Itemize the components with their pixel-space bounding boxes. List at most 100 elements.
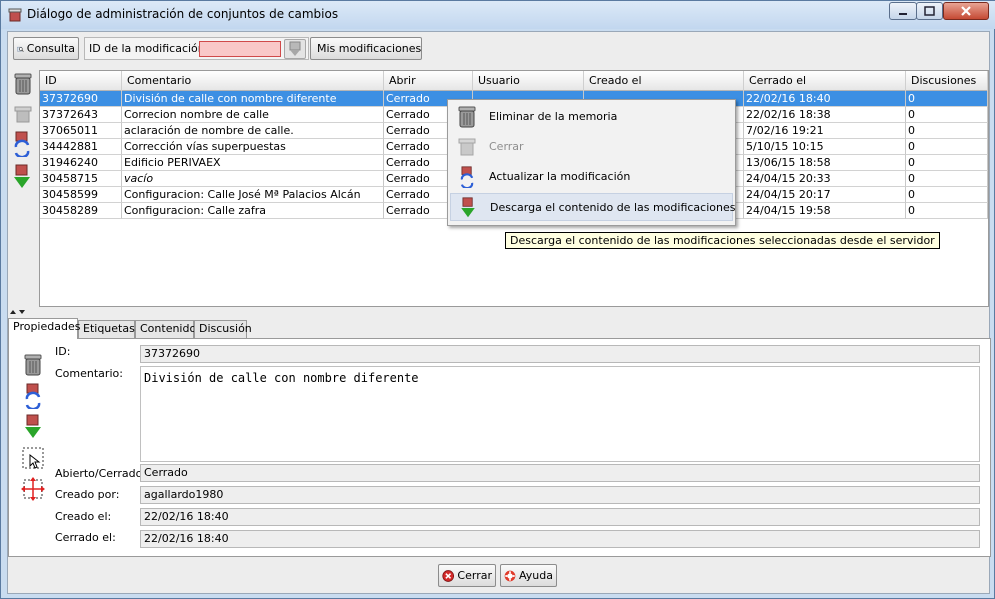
download-icon xyxy=(289,41,301,56)
close-icon xyxy=(961,6,971,16)
cell-comentario: División de calle con nombre diferente xyxy=(122,91,384,107)
cerrar-label: Cerrar xyxy=(457,569,492,582)
consulta-label: Consulta xyxy=(26,42,75,55)
prop-closed-field[interactable]: 22/02/16 18:40 xyxy=(140,530,980,548)
download-icon[interactable] xyxy=(13,164,31,190)
cell-cerrado: 5/10/15 10:15 xyxy=(744,139,906,155)
cell-comentario: Corrección vías superpuestas xyxy=(122,139,384,155)
cell-discusiones: 0 xyxy=(906,139,988,155)
cell-id: 37065011 xyxy=(40,123,122,139)
prop-id-field[interactable]: 37372690 xyxy=(140,345,980,363)
menu-item-cerrar[interactable]: Cerrar xyxy=(450,133,733,161)
cell-id: 37372690 xyxy=(40,91,122,107)
title-bar[interactable]: Diálogo de administración de conjuntos d… xyxy=(1,1,995,29)
cell-comentario: aclaración de nombre de calle. xyxy=(122,123,384,139)
maximize-button[interactable] xyxy=(916,2,943,20)
cell-id: 30458599 xyxy=(40,187,122,203)
splitter-handle[interactable] xyxy=(8,310,989,314)
column-header-abrir[interactable]: Abrir xyxy=(384,71,473,91)
changeset-id-group: ID de la modificación: xyxy=(84,37,309,60)
close-changeset-icon xyxy=(458,138,476,156)
cell-cerrado: 13/06/15 18:58 xyxy=(744,155,906,171)
column-header-cerrado[interactable]: Cerrado el xyxy=(744,71,906,91)
close-button[interactable] xyxy=(943,2,989,20)
window-icon xyxy=(8,8,22,22)
prop-created-label: Creado el: xyxy=(55,510,112,523)
changeset-id-input[interactable] xyxy=(199,41,281,57)
menu-item-descarga[interactable]: Descarga el contenido de las modificacio… xyxy=(450,193,736,221)
cell-comentario: Configuracion: Calle zafra xyxy=(122,203,384,219)
cell-cerrado: 22/02/16 18:40 xyxy=(744,91,906,107)
cell-id: 30458715 xyxy=(40,171,122,187)
cell-comentario: vacío xyxy=(122,171,384,187)
prop-created-by-label: Creado por: xyxy=(55,488,120,501)
trash-icon[interactable] xyxy=(22,353,44,377)
mis-modificaciones-button[interactable]: Mis modificaciones xyxy=(310,37,422,60)
trash-icon[interactable] xyxy=(12,72,34,96)
cell-discusiones: 0 xyxy=(906,123,988,139)
prop-comment-label: Comentario: xyxy=(55,367,123,380)
table-header: ID Comentario Abrir Usuario Creado el Ce… xyxy=(40,71,988,91)
cancel-icon xyxy=(442,569,455,582)
cell-comentario: Configuracion: Calle José Mª Palacios Al… xyxy=(122,187,384,203)
cell-cerrado: 24/04/15 20:33 xyxy=(744,171,906,187)
menu-item-actualizar-label: Actualizar la modificación xyxy=(489,170,631,183)
context-menu: Eliminar de la memoria Cerrar Actualizar… xyxy=(447,99,736,226)
properties-panel: ID: 37372690 Comentario: División de cal… xyxy=(8,338,991,557)
cerrar-button[interactable]: Cerrar xyxy=(438,564,496,587)
tooltip: Descarga el contenido de las modificacio… xyxy=(505,232,940,249)
minimize-icon xyxy=(899,13,907,15)
prop-created-by-field[interactable]: agallardo1980 xyxy=(140,486,980,504)
prop-created-field[interactable]: 22/02/16 18:40 xyxy=(140,508,980,526)
cell-discusiones: 0 xyxy=(906,107,988,123)
select-icon[interactable] xyxy=(22,447,44,471)
mis-modificaciones-label: Mis modificaciones xyxy=(317,42,422,55)
download-icon[interactable] xyxy=(24,414,42,440)
refresh-icon xyxy=(460,166,474,188)
column-header-comentario[interactable]: Comentario xyxy=(122,71,384,91)
menu-item-descarga-label: Descarga el contenido de las modificacio… xyxy=(490,201,736,214)
menu-item-actualizar[interactable]: Actualizar la modificación xyxy=(450,163,733,191)
cell-id: 30458289 xyxy=(40,203,122,219)
cell-discusiones: 0 xyxy=(906,171,988,187)
ayuda-label: Ayuda xyxy=(519,569,553,582)
menu-item-eliminar-label: Eliminar de la memoria xyxy=(489,110,618,123)
cell-cerrado: 24/04/15 20:17 xyxy=(744,187,906,203)
download-icon xyxy=(461,197,475,218)
menu-item-eliminar[interactable]: Eliminar de la memoria xyxy=(450,103,733,131)
download-by-id-button[interactable] xyxy=(284,39,306,59)
tab-propiedades[interactable]: Propiedades xyxy=(8,318,80,339)
prop-id-label: ID: xyxy=(55,345,71,358)
refresh-icon[interactable] xyxy=(24,383,42,409)
cell-discusiones: 0 xyxy=(906,203,988,219)
window-title: Diálogo de administración de conjuntos d… xyxy=(27,7,339,21)
dialog-window: Diálogo de administración de conjuntos d… xyxy=(0,0,995,599)
tab-etiquetas[interactable]: Etiquetas xyxy=(78,320,135,338)
prop-state-field[interactable]: Cerrado xyxy=(140,464,980,482)
column-header-creado[interactable]: Creado el xyxy=(584,71,744,91)
column-header-usuario[interactable]: Usuario xyxy=(473,71,584,91)
cell-discusiones: 0 xyxy=(906,155,988,171)
prop-closed-label: Cerrado el: xyxy=(55,531,116,544)
changeset-id-label: ID de la modificación: xyxy=(89,42,209,55)
search-icon xyxy=(17,46,24,52)
minimize-button[interactable] xyxy=(889,2,917,20)
move-icon[interactable] xyxy=(20,476,46,502)
cell-cerrado: 24/04/15 19:58 xyxy=(744,203,906,219)
ayuda-button[interactable]: Ayuda xyxy=(500,564,557,587)
cell-cerrado: 7/02/16 19:21 xyxy=(744,123,906,139)
cell-id: 37372643 xyxy=(40,107,122,123)
consulta-button[interactable]: Consulta xyxy=(13,37,79,60)
cell-discusiones: 0 xyxy=(906,91,988,107)
prop-comment-field[interactable]: División de calle con nombre diferente xyxy=(140,366,980,462)
column-header-id[interactable]: ID xyxy=(40,71,122,91)
close-changeset-icon[interactable] xyxy=(13,105,33,125)
prop-state-label: Abierto/Cerrado: xyxy=(55,467,147,480)
help-icon xyxy=(504,570,516,581)
tab-contenido[interactable]: Contenido xyxy=(135,320,196,338)
column-header-discusiones[interactable]: Discusiones xyxy=(906,71,988,91)
tab-discusion[interactable]: Discusión xyxy=(194,320,252,338)
trash-icon xyxy=(458,106,476,128)
cell-discusiones: 0 xyxy=(906,187,988,203)
refresh-icon[interactable] xyxy=(13,131,31,157)
